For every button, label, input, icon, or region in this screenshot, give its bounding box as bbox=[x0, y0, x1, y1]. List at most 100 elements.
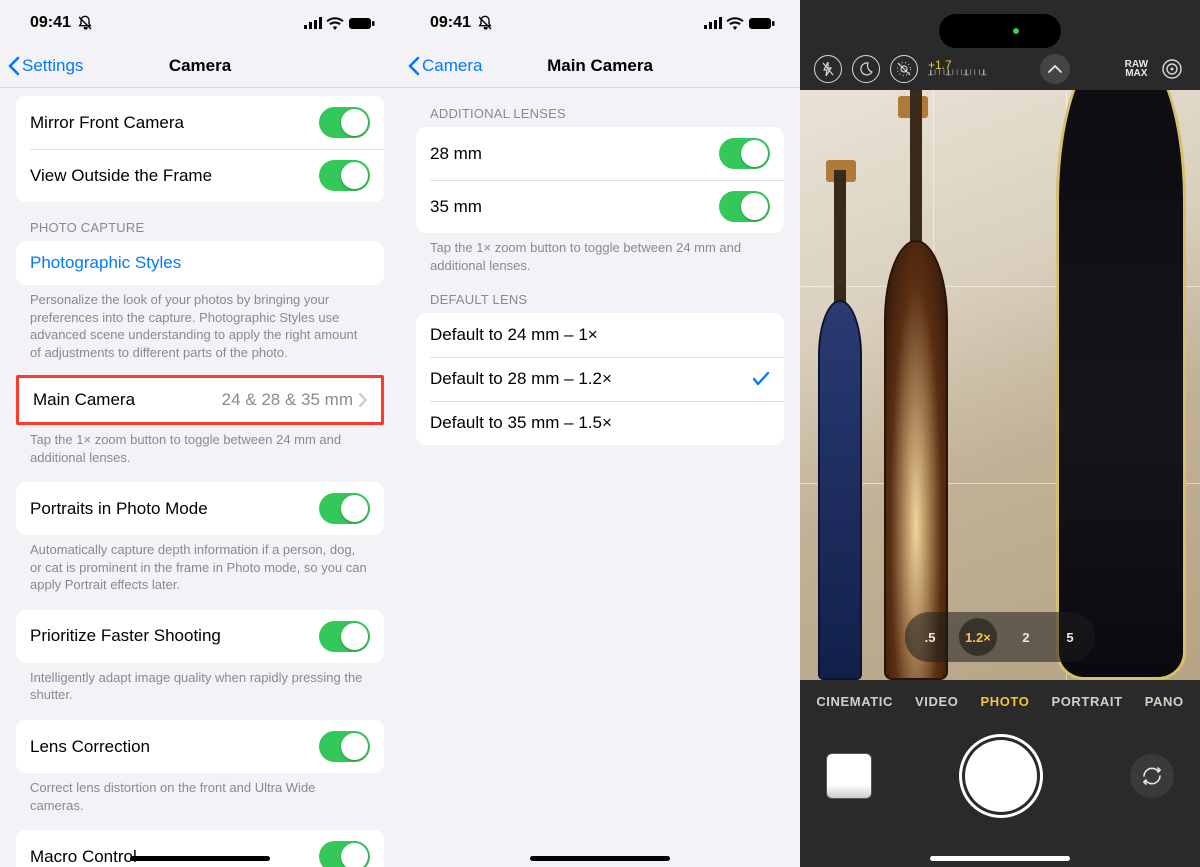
camera-app-screen: +1.7 ┸╵╵╵┸╵╵╵┸╵╵╵┸ RAW MAX .5 1.2 bbox=[800, 0, 1200, 867]
status-bar: 09:41 bbox=[0, 0, 400, 44]
zoom-2x[interactable]: 2 bbox=[1011, 622, 1041, 652]
row-default-24mm[interactable]: Default to 24 mm – 1× bbox=[416, 313, 784, 357]
zoom-picker: .5 1.2× 2 5 bbox=[905, 612, 1095, 662]
cellular-icon bbox=[304, 17, 322, 29]
mode-cinematic[interactable]: CINEMATIC bbox=[816, 694, 893, 709]
row-label: 28 mm bbox=[430, 144, 482, 164]
row-mirror-front-camera[interactable]: Mirror Front Camera bbox=[16, 96, 384, 149]
mode-photo[interactable]: PHOTO bbox=[980, 694, 1029, 709]
row-label: Macro Control bbox=[30, 847, 137, 867]
camera-top-controls: +1.7 ┸╵╵╵┸╵╵╵┸╵╵╵┸ RAW MAX bbox=[800, 54, 1200, 84]
live-photo-button[interactable] bbox=[890, 55, 918, 83]
toggle-macro-control[interactable] bbox=[319, 841, 370, 867]
row-default-28mm[interactable]: Default to 28 mm – 1.2× bbox=[416, 357, 784, 401]
camera-controls-toggle[interactable] bbox=[1040, 54, 1070, 84]
row-label: Lens Correction bbox=[30, 737, 150, 757]
photographic-styles-button[interactable] bbox=[1158, 55, 1186, 83]
toggle-outside-frame[interactable] bbox=[319, 160, 370, 191]
back-label: Camera bbox=[422, 56, 482, 76]
toggle-35mm[interactable] bbox=[719, 191, 770, 222]
row-value: 24 & 28 & 35 mm bbox=[222, 390, 353, 410]
row-portraits-photo-mode[interactable]: Portraits in Photo Mode bbox=[16, 482, 384, 535]
flip-camera-button[interactable] bbox=[1130, 754, 1174, 798]
wifi-icon bbox=[726, 17, 744, 30]
nav-bar: Camera Main Camera bbox=[400, 44, 800, 88]
row-label: Default to 24 mm – 1× bbox=[430, 325, 598, 345]
row-label: Prioritize Faster Shooting bbox=[30, 626, 221, 646]
checkmark-icon bbox=[752, 371, 770, 387]
row-macro-control[interactable]: Macro Control bbox=[16, 830, 384, 867]
zoom-0-5x[interactable]: .5 bbox=[915, 622, 945, 652]
row-label: Default to 35 mm – 1.5× bbox=[430, 413, 612, 433]
footer-additional-lenses: Tap the 1× zoom button to toggle between… bbox=[400, 233, 800, 274]
status-bar: 09:41 bbox=[400, 0, 800, 44]
guitar-neck bbox=[834, 170, 846, 310]
footer-lens-correction: Correct lens distortion on the front and… bbox=[0, 773, 400, 814]
live-photo-off-icon bbox=[896, 61, 912, 77]
chevron-left-icon bbox=[408, 56, 420, 76]
row-label: View Outside the Frame bbox=[30, 166, 212, 186]
mode-portrait[interactable]: PORTRAIT bbox=[1051, 694, 1122, 709]
footer-portraits: Automatically capture depth information … bbox=[0, 535, 400, 594]
notifications-silenced-icon bbox=[77, 15, 93, 31]
row-label: Portraits in Photo Mode bbox=[30, 499, 208, 519]
row-prioritize-faster-shooting[interactable]: Prioritize Faster Shooting bbox=[16, 610, 384, 663]
flash-button[interactable] bbox=[814, 55, 842, 83]
section-header-default-lens: DEFAULT LENS bbox=[400, 274, 800, 313]
row-28mm[interactable]: 28 mm bbox=[416, 127, 784, 180]
section-header-photo-capture: PHOTO CAPTURE bbox=[0, 202, 400, 241]
viewfinder[interactable]: .5 1.2× 2 5 bbox=[800, 90, 1200, 680]
home-indicator[interactable] bbox=[130, 856, 270, 861]
row-photographic-styles[interactable]: Photographic Styles bbox=[16, 241, 384, 285]
mode-video[interactable]: VIDEO bbox=[915, 694, 958, 709]
raw-button[interactable]: RAW MAX bbox=[1125, 60, 1148, 79]
zoom-1-2x[interactable]: 1.2× bbox=[959, 618, 997, 656]
zoom-5x[interactable]: 5 bbox=[1055, 622, 1085, 652]
row-35mm[interactable]: 35 mm bbox=[416, 180, 784, 233]
toggle-mirror[interactable] bbox=[319, 107, 370, 138]
home-indicator[interactable] bbox=[530, 856, 670, 861]
home-indicator[interactable] bbox=[930, 856, 1070, 861]
styles-icon bbox=[1161, 58, 1183, 80]
raw-label-bottom: MAX bbox=[1125, 69, 1148, 79]
last-photo-thumbnail[interactable] bbox=[826, 753, 872, 799]
row-main-camera[interactable]: Main Camera 24 & 28 & 35 mm bbox=[19, 378, 381, 422]
toggle-lens-correction[interactable] bbox=[319, 731, 370, 762]
toggle-faster-shooting[interactable] bbox=[319, 621, 370, 652]
toggle-portraits[interactable] bbox=[319, 493, 370, 524]
section-header-additional-lenses: ADDITIONAL LENSES bbox=[400, 88, 800, 127]
camera-bottom-bar: CINEMATIC VIDEO PHOTO PORTRAIT PANO bbox=[800, 680, 1200, 867]
footer-photographic-styles: Personalize the look of your photos by b… bbox=[0, 285, 400, 361]
mode-selector[interactable]: CINEMATIC VIDEO PHOTO PORTRAIT PANO bbox=[800, 680, 1200, 709]
chevron-left-icon bbox=[8, 56, 20, 76]
guitar-blue bbox=[818, 300, 862, 680]
back-button[interactable]: Camera bbox=[408, 56, 482, 76]
ev-scale-icon: ┸╵╵╵┸╵╵╵┸╵╵╵┸ bbox=[928, 71, 985, 80]
flip-camera-icon bbox=[1141, 765, 1163, 787]
row-lens-correction[interactable]: Lens Correction bbox=[16, 720, 384, 773]
exposure-value[interactable]: +1.7 ┸╵╵╵┸╵╵╵┸╵╵╵┸ bbox=[928, 59, 985, 80]
mode-pano[interactable]: PANO bbox=[1145, 694, 1184, 709]
status-time: 09:41 bbox=[430, 14, 471, 32]
chevron-right-icon bbox=[359, 393, 367, 407]
row-label: Photographic Styles bbox=[30, 253, 181, 273]
chevron-up-icon bbox=[1048, 65, 1062, 73]
shutter-button[interactable] bbox=[965, 740, 1037, 812]
row-default-35mm[interactable]: Default to 35 mm – 1.5× bbox=[416, 401, 784, 445]
row-view-outside-frame[interactable]: View Outside the Frame bbox=[16, 149, 384, 202]
footer-main-camera: Tap the 1× zoom button to toggle between… bbox=[0, 425, 400, 466]
footer-faster-shooting: Intelligently adapt image quality when r… bbox=[0, 663, 400, 704]
night-mode-button[interactable] bbox=[852, 55, 880, 83]
back-button[interactable]: Settings bbox=[8, 56, 83, 76]
back-label: Settings bbox=[22, 56, 83, 76]
night-mode-icon bbox=[859, 62, 873, 76]
settings-camera-screen: 09:41 Settings Camera Mirror Front Camer… bbox=[0, 0, 400, 867]
nav-bar: Settings Camera bbox=[0, 44, 400, 88]
row-label: 35 mm bbox=[430, 197, 482, 217]
row-label: Main Camera bbox=[33, 390, 135, 410]
row-label: Mirror Front Camera bbox=[30, 113, 184, 133]
main-camera-screen: 09:41 Camera Main Camera ADDITIONAL LENS… bbox=[400, 0, 800, 867]
guitar-neck bbox=[910, 90, 922, 250]
dynamic-island bbox=[939, 14, 1061, 48]
toggle-28mm[interactable] bbox=[719, 138, 770, 169]
